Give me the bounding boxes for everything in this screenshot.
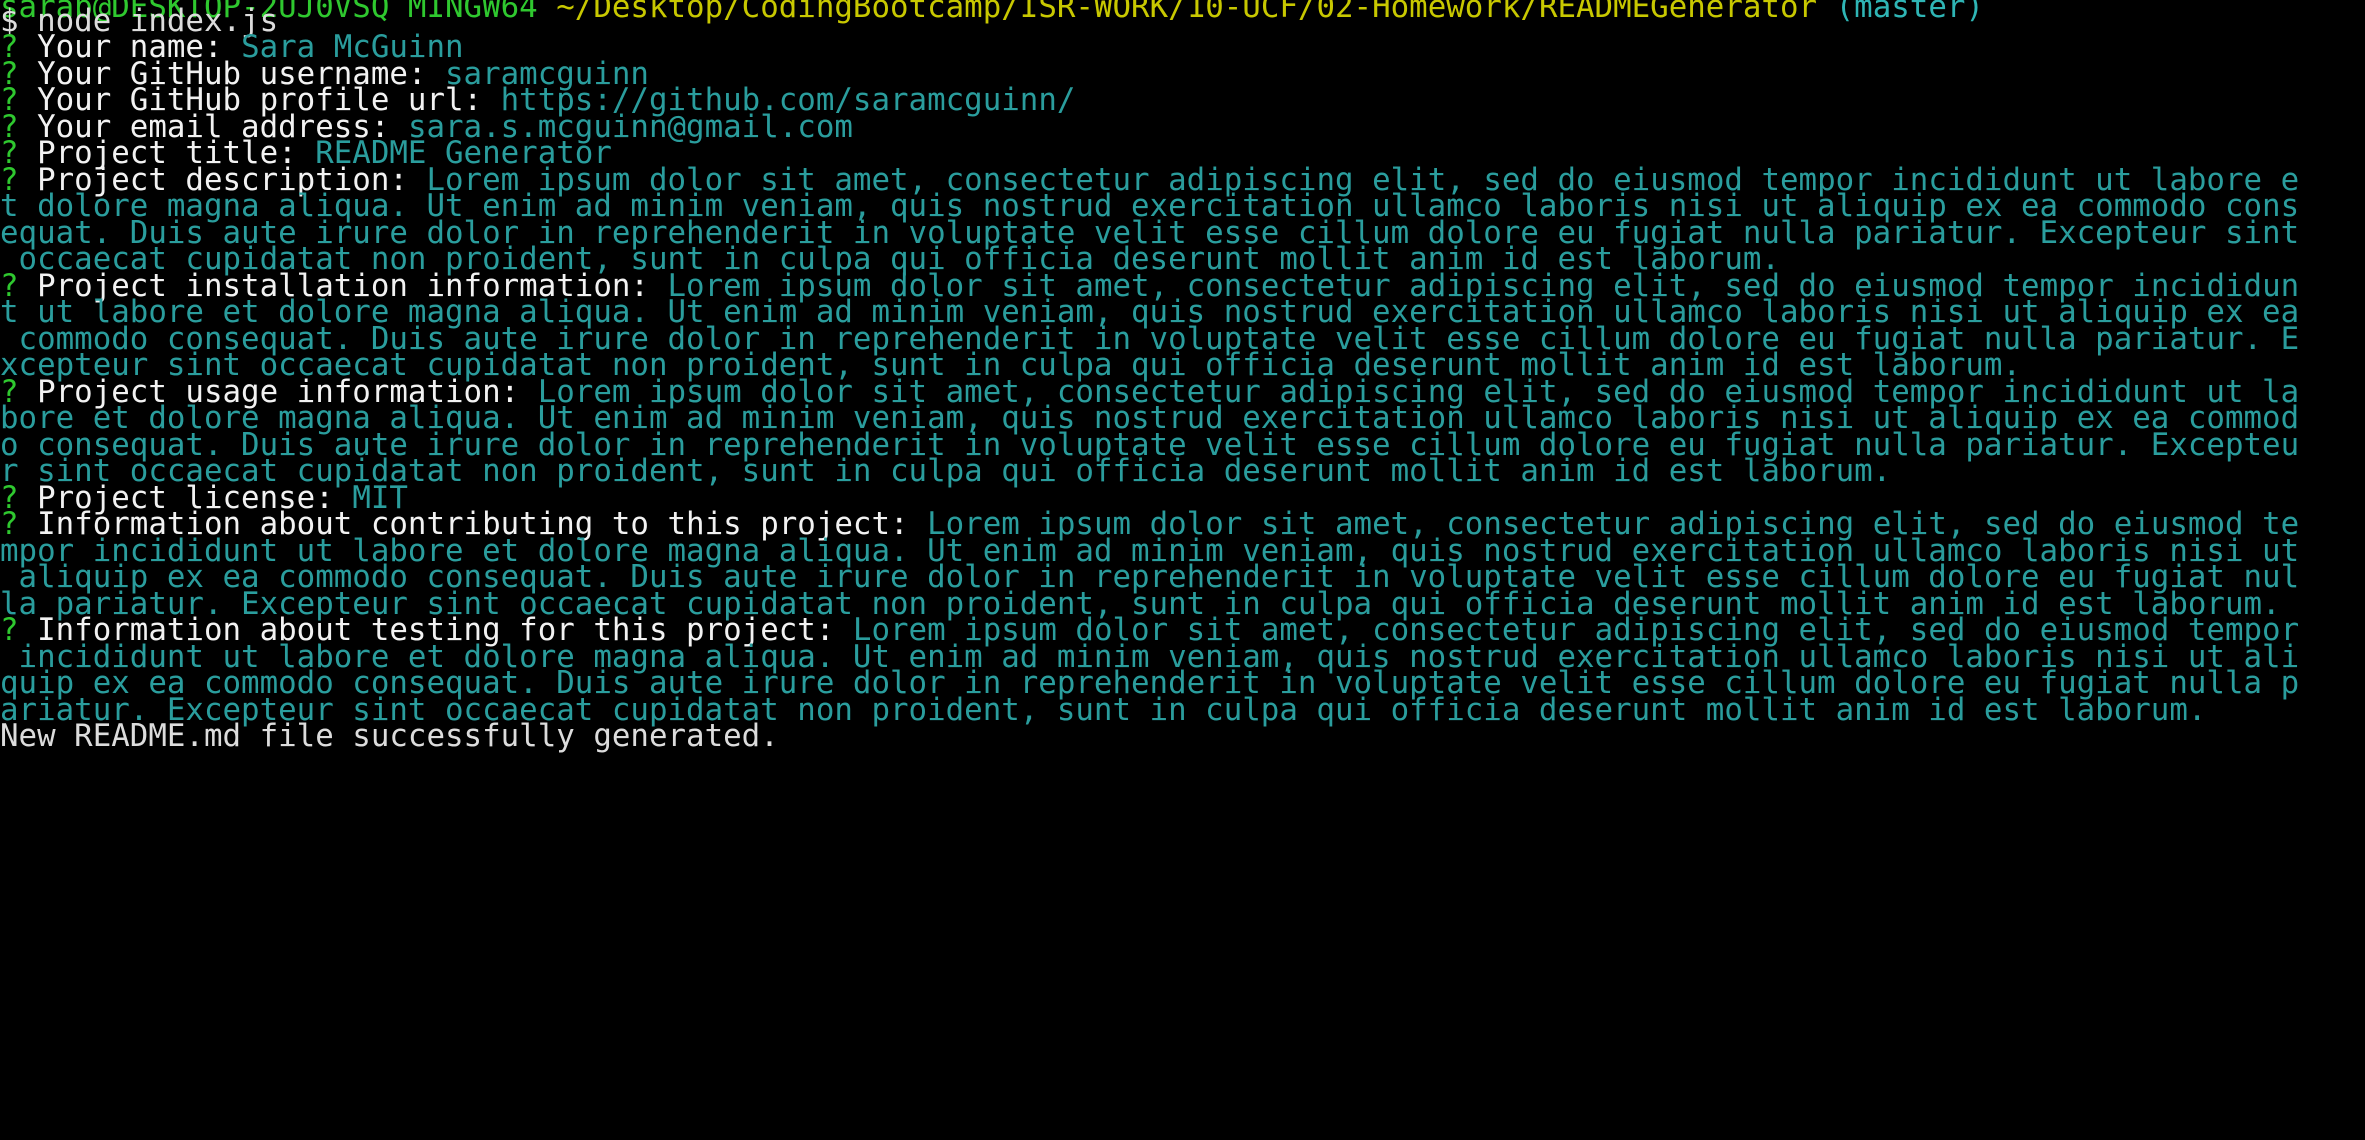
- terminal-window[interactable]: sarab@DESKTOP-2UJ0VSQ MINGW64 ~/Desktop/…: [0, 0, 2365, 1140]
- success-message: New README.md file successfully generate…: [0, 718, 779, 754]
